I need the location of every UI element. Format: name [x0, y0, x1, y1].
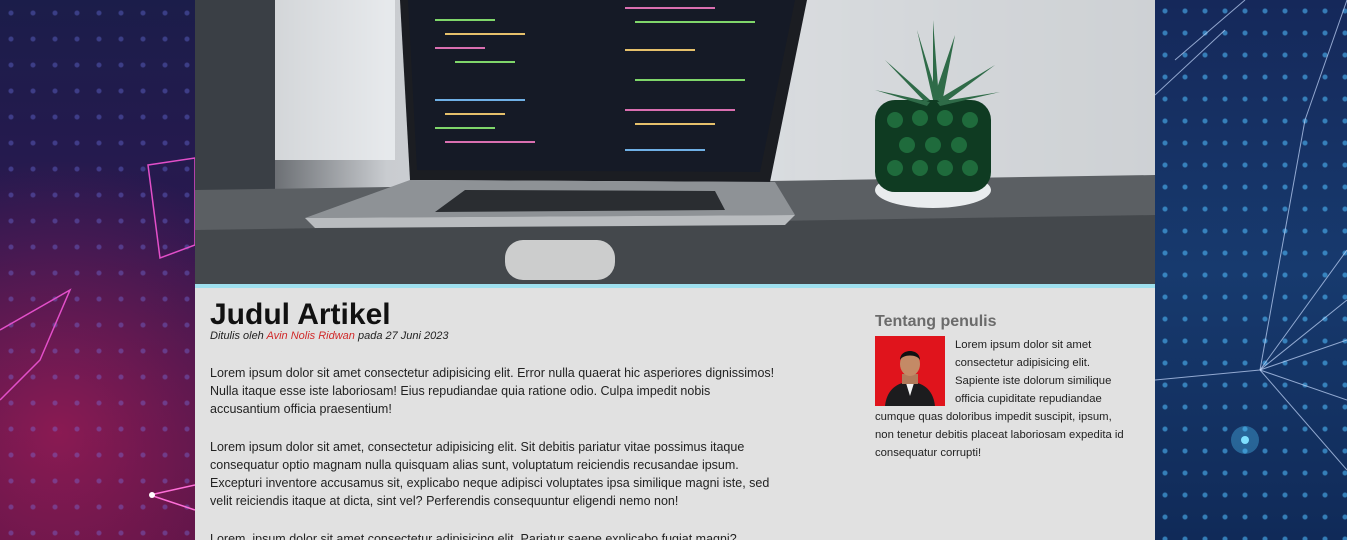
hero-image	[195, 0, 1155, 284]
right-background-decoration	[1155, 0, 1347, 540]
laptop-plant-photo-icon	[195, 0, 1155, 284]
hero-underline	[195, 284, 1155, 288]
right-network-lines	[1155, 0, 1347, 471]
author-link[interactable]: Avin Nolis Ridwan	[266, 330, 354, 342]
sidebar-title: Tentang penulis	[875, 313, 997, 330]
author-bio: Lorem ipsum dolor sit amet consectetur a…	[875, 336, 1130, 462]
left-background-decoration	[0, 0, 195, 540]
article-paragraph: Lorem ipsum dolor sit amet consectetur a…	[210, 366, 775, 416]
left-geometric-lines	[0, 157, 195, 511]
byline-prefix: Ditulis oleh	[210, 330, 264, 342]
article-paragraph: Lorem ipsum dolor sit amet, consectetur …	[210, 440, 770, 508]
author-portrait-icon	[875, 336, 945, 406]
author-sidebar: Tentang penulis Lorem ipsum dolor sit am…	[875, 312, 1130, 462]
page-container: Judul Artikel Ditulis oleh Avin Nolis Ri…	[195, 0, 1155, 540]
byline-date: pada 27 Juni 2023	[357, 330, 449, 342]
article-title: Judul Artikel	[210, 298, 391, 331]
avatar	[875, 336, 945, 406]
article-paragraph: Lorem, ipsum dolor sit amet consectetur …	[210, 532, 737, 540]
article-main: Judul Artikel Ditulis oleh Avin Nolis Ri…	[210, 300, 780, 540]
article-byline: Ditulis oleh Avin Nolis Ridwan pada 27 J…	[210, 330, 780, 342]
